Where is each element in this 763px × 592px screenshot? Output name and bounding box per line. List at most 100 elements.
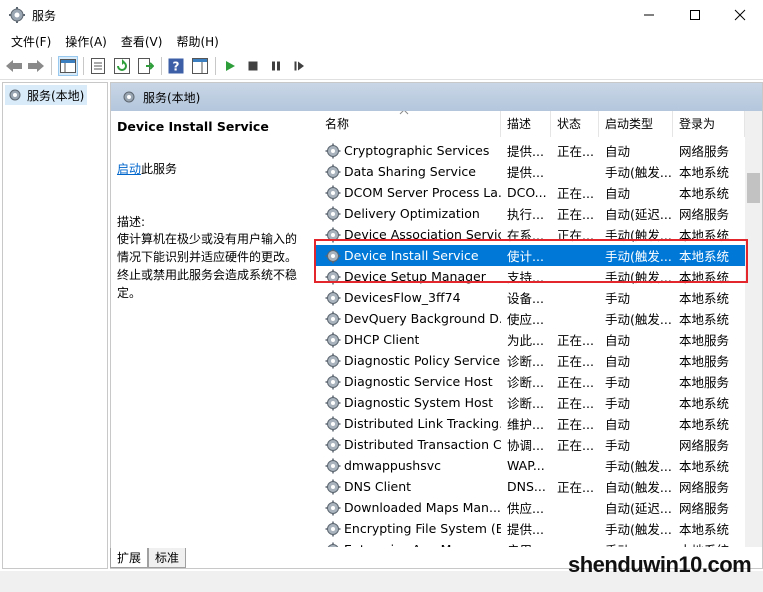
start-service-button[interactable] — [220, 56, 240, 76]
service-name: Encrypting File System (E... — [344, 521, 501, 536]
column-header-logon[interactable]: 登录为 — [673, 111, 745, 137]
cell-name: DHCP Client — [315, 332, 501, 348]
service-row[interactable]: DevicesFlow_3ff74 设备... 手动 本地系统 — [315, 287, 760, 308]
cell-desc: WAP... — [507, 458, 545, 473]
service-gear-icon — [325, 164, 341, 179]
export-list-button[interactable] — [136, 56, 156, 76]
service-row[interactable]: DevQuery Background D... 使应... 手动(触发... 本地系… — [315, 308, 760, 329]
column-header-status[interactable]: 状态 — [551, 111, 599, 137]
menu-view[interactable]: 查看(V) — [114, 33, 170, 50]
service-gear-icon — [325, 395, 341, 410]
minimize-button[interactable] — [626, 0, 672, 30]
back-button[interactable] — [4, 56, 24, 76]
cell-logon: 本地系统 — [679, 312, 730, 327]
menu-action[interactable]: 操作(A) — [58, 33, 114, 50]
pane-header: 服务(本地) — [111, 83, 762, 111]
cell-startup: 手动 — [605, 438, 631, 453]
back-arrow-icon — [6, 60, 22, 72]
service-name: dmwappushsvc — [344, 458, 442, 473]
cell-name: Diagnostic System Host — [315, 395, 501, 411]
cell-desc: 使应... — [507, 312, 544, 327]
service-row[interactable]: DHCP Client 为此... 正在... 自动 本地服务 — [315, 329, 760, 350]
export-list-icon — [138, 58, 154, 74]
maximize-button[interactable] — [672, 0, 718, 30]
service-row[interactable]: Data Sharing Service 提供... 手动(触发... 本地系统 — [315, 161, 760, 182]
scrollbar-thumb[interactable] — [747, 173, 760, 203]
service-gear-icon — [325, 416, 341, 431]
cell-startup: 手动(触发... — [605, 312, 672, 327]
stop-service-button[interactable] — [243, 56, 263, 76]
restart-service-icon — [294, 61, 304, 71]
forward-button[interactable] — [26, 56, 46, 76]
service-gear-icon — [325, 269, 341, 284]
column-header-desc[interactable]: 描述 — [501, 111, 551, 137]
service-row[interactable]: Distributed Transaction C... 协调... 正在... 手动… — [315, 434, 760, 455]
service-row[interactable]: Device Association Service 在系... 正在... 手动(触… — [315, 224, 760, 245]
services-list: 名称 描述 状态 启动类型 登录为 Cryptographic Services… — [315, 111, 760, 547]
description-label: 描述: — [117, 215, 146, 229]
vertical-scrollbar[interactable] — [745, 111, 762, 547]
service-row[interactable]: Delivery Optimization 执行... 正在... 自动(延迟... 网… — [315, 203, 760, 224]
menu-file[interactable]: 文件(F) — [4, 33, 58, 50]
services-gear-icon — [9, 89, 21, 101]
cell-logon: 本地系统 — [679, 228, 730, 243]
cell-status: 正在... — [557, 354, 594, 369]
cell-name: Device Association Service — [315, 227, 501, 243]
service-gear-icon — [325, 248, 341, 263]
services-gear-icon — [9, 7, 25, 23]
tab-standard[interactable]: 标准 — [148, 548, 187, 568]
service-row[interactable]: Cryptographic Services 提供... 正在... 自动 网络服务 — [315, 140, 760, 161]
watermark-logo: shenduwin10.com — [568, 552, 752, 577]
cell-name: Device Install Service — [315, 248, 501, 264]
cell-logon: 本地系统 — [679, 165, 730, 180]
window-title: 服务 — [32, 9, 57, 23]
service-row[interactable]: Device Setup Manager 支持... 手动(触发... 本地系统 — [315, 266, 760, 287]
tab-extended[interactable]: 扩展 — [110, 548, 149, 568]
service-row[interactable]: Downloaded Maps Man... 供应... 自动(延迟... 网络服务 — [315, 497, 760, 518]
service-name: Data Sharing Service — [344, 164, 476, 179]
cell-desc: 设备... — [507, 291, 544, 306]
properties-icon — [91, 58, 105, 74]
cell-startup: 自动(触发... — [605, 480, 672, 495]
cell-desc: DCO... — [507, 185, 547, 200]
menu-help[interactable]: 帮助(H) — [169, 33, 225, 50]
cell-status: 正在... — [557, 480, 594, 495]
service-name: Diagnostic Policy Service — [344, 353, 501, 368]
service-gear-icon — [325, 500, 341, 515]
start-service-link[interactable]: 启动 — [117, 162, 141, 176]
service-gear-icon — [325, 206, 341, 221]
refresh-button[interactable] — [112, 56, 132, 76]
tree-item-services-local[interactable]: 服务(本地) — [5, 85, 87, 105]
service-row[interactable]: Encrypting File System (E... 提供... 手动(触发..… — [315, 518, 760, 539]
cell-logon: 本地系统 — [679, 417, 730, 432]
service-row[interactable]: Distributed Link Tracking... 维护... 正在... 自动… — [315, 413, 760, 434]
service-row[interactable]: Diagnostic Service Host 诊断... 正在... 手动 本地服务 — [315, 371, 760, 392]
service-row[interactable]: Enterprise App Manage...启用... 手动本地系统 — [315, 539, 760, 547]
service-row[interactable]: dmwappushsvc WAP... 手动(触发... 本地系统 — [315, 455, 760, 476]
service-row[interactable]: Diagnostic Policy Service 诊断... 正在... 自动 本地服… — [315, 350, 760, 371]
show-hide-button[interactable] — [190, 56, 210, 76]
pause-service-button[interactable] — [266, 56, 286, 76]
cell-startup: 自动 — [605, 186, 631, 201]
service-detail-panel: Device Install Service 启动此服务 描述: 使计算机在极少… — [111, 111, 314, 551]
restart-service-button[interactable] — [289, 56, 309, 76]
cell-status: 正在... — [557, 396, 594, 411]
console-tree-button[interactable] — [58, 56, 78, 76]
title-bar: 服务 — [0, 0, 763, 30]
service-row[interactable]: DCOM Server Process La... DCO... 正在... 自动 本地… — [315, 182, 760, 203]
service-gear-icon — [325, 437, 341, 452]
service-gear-icon — [325, 290, 341, 305]
cell-startup: 自动(延迟... — [605, 501, 672, 516]
close-button[interactable] — [717, 0, 763, 30]
help-button[interactable]: ? — [166, 56, 186, 76]
service-row[interactable]: Diagnostic System Host 诊断... 正在... 手动 本地系统 — [315, 392, 760, 413]
service-gear-icon — [325, 311, 341, 326]
service-row[interactable]: DNS Client DNS... 正在... 自动(触发... 网络服务 — [315, 476, 760, 497]
service-row[interactable]: Device Install Service 使计... 手动(触发... 本地系统 — [315, 245, 760, 266]
pane-header-title: 服务(本地) — [143, 90, 201, 105]
column-header-startup[interactable]: 启动类型 — [599, 111, 673, 137]
start-service-icon — [226, 61, 235, 71]
cell-status: 正在... — [557, 333, 594, 348]
column-header-name[interactable]: 名称 — [315, 111, 501, 137]
properties-button[interactable] — [88, 56, 108, 76]
